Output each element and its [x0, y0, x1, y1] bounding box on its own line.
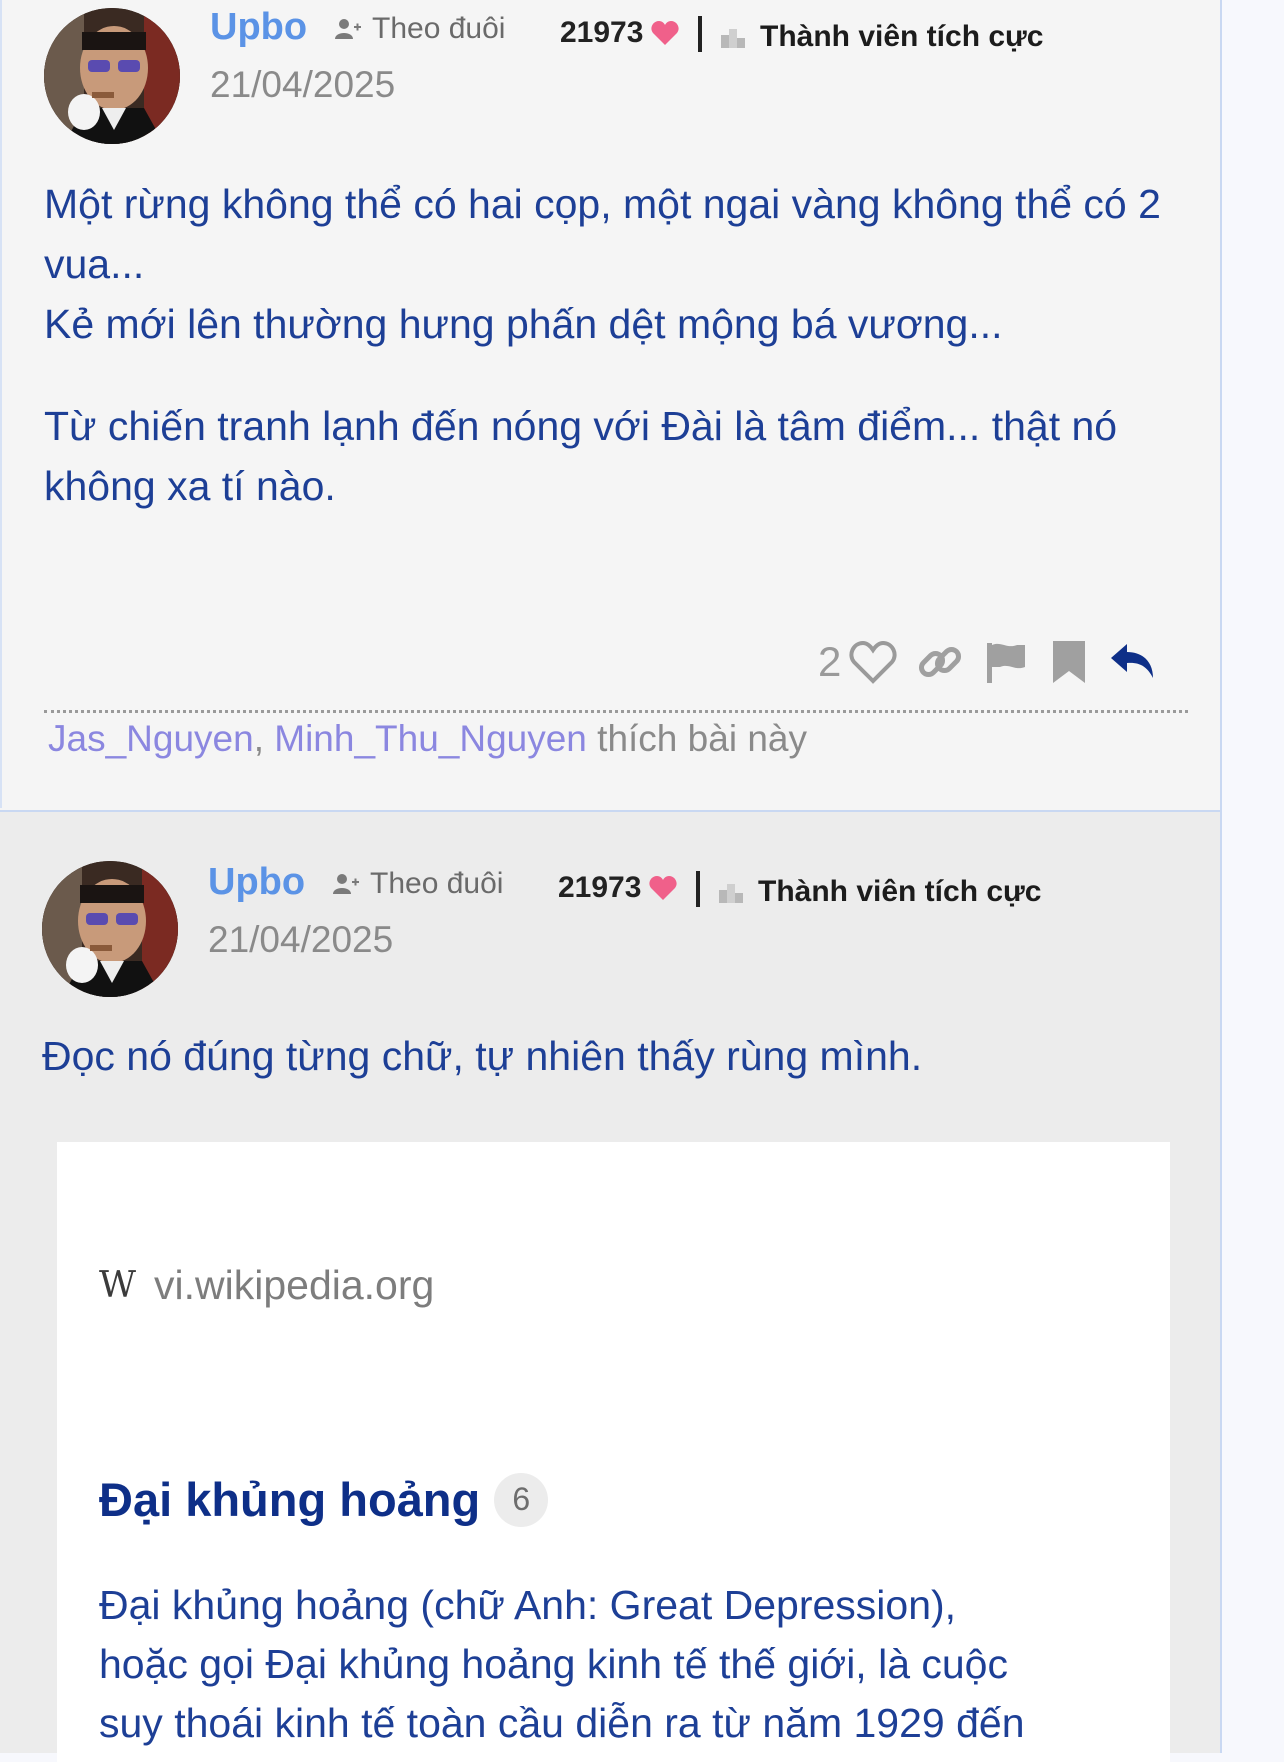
- post-date[interactable]: 21/04/2025: [208, 919, 393, 961]
- wikipedia-icon: W: [99, 1265, 137, 1306]
- post-body: Đọc nó đúng từng chữ, tự nhiên thấy rùng…: [42, 1026, 1192, 1086]
- card-description-line: Đại khủng hoảng (chữ Anh: Great Depressi…: [99, 1582, 957, 1628]
- post-paragraph: Đọc nó đúng từng chữ, tự nhiên thấy rùng…: [42, 1033, 923, 1079]
- post-date[interactable]: 21/04/2025: [210, 64, 395, 106]
- follow-button[interactable]: Theo đuôi: [332, 867, 503, 901]
- user-points: 21973: [558, 871, 678, 905]
- avatar[interactable]: [44, 8, 180, 144]
- post: Upbo Theo đuôi 21973 Thành viên tích cực…: [0, 0, 1220, 808]
- liker-link[interactable]: Minh_Thu_Nguyen: [274, 718, 587, 759]
- liked-by: Jas_Nguyen, Minh_Thu_Nguyen thích bài nà…: [48, 718, 807, 759]
- divider: [696, 871, 700, 907]
- rank-label: Thành viên tích cực: [758, 875, 1042, 908]
- card-source[interactable]: W vi.wikipedia.org: [99, 1262, 434, 1309]
- rank-label: Thành viên tích cực: [760, 20, 1044, 53]
- bookmark-button[interactable]: [1049, 639, 1089, 685]
- link-preview-card[interactable]: W vi.wikipedia.org Đại khủng hoảng 6 Đại…: [57, 1142, 1170, 1762]
- divider: [44, 710, 1188, 713]
- liked-suffix: thích bài này: [597, 718, 807, 759]
- user-rank: Thành viên tích cực: [720, 20, 1043, 54]
- flag-icon: [987, 643, 1026, 683]
- add-user-icon: [333, 874, 359, 894]
- card-description-line: hoặc gọi Đại khủng hoảng kinh tế thế giớ…: [99, 1641, 1008, 1687]
- heart-icon: [649, 876, 678, 900]
- divider: [698, 16, 702, 52]
- follow-label: Theo đuôi: [370, 867, 504, 900]
- topic-stream: Upbo Theo đuôi 21973 Thành viên tích cực…: [0, 0, 1222, 1762]
- post-body: Một rừng không thể có hai cọp, một ngai …: [44, 174, 1194, 516]
- reply-button[interactable]: [1109, 640, 1157, 684]
- heart-icon: [651, 21, 680, 45]
- post: Upbo Theo đuôi 21973 Thành viên tích cực…: [0, 810, 1220, 1762]
- bookmark-icon: [1053, 641, 1086, 683]
- author-name[interactable]: Upbo: [210, 6, 307, 49]
- reply-icon: [1111, 644, 1154, 678]
- copy-link-button[interactable]: [917, 639, 963, 685]
- add-user-icon: [335, 19, 361, 39]
- user-points: 21973: [560, 16, 680, 50]
- flag-button[interactable]: [983, 639, 1029, 685]
- card-description-line: suy thoái kinh tế toàn cầu diễn ra từ nă…: [99, 1700, 1025, 1746]
- avatar[interactable]: [42, 861, 178, 997]
- click-count-badge: 6: [494, 1472, 549, 1527]
- liker-link[interactable]: Jas_Nguyen: [48, 718, 254, 759]
- like-count[interactable]: 2: [818, 638, 841, 686]
- rank-icon: [721, 29, 745, 48]
- card-title-text: Đại khủng hoảng: [99, 1473, 481, 1526]
- post-actions: 2: [818, 638, 1157, 686]
- follow-button[interactable]: Theo đuôi: [334, 12, 505, 46]
- user-rank: Thành viên tích cực: [718, 875, 1041, 909]
- post-paragraph: Một rừng không thể có hai cọp, một ngai …: [44, 181, 1161, 287]
- card-title[interactable]: Đại khủng hoảng 6: [99, 1472, 549, 1527]
- post-paragraph: Kẻ mới lên thường hưng phấn dệt mộng bá …: [44, 301, 1003, 347]
- follow-label: Theo đuôi: [372, 12, 506, 45]
- post-paragraph: Từ chiến tranh lạnh đến nóng với Đài là …: [44, 403, 1118, 509]
- points-value: 21973: [560, 16, 644, 49]
- points-value: 21973: [558, 871, 642, 904]
- card-source-domain: vi.wikipedia.org: [154, 1262, 435, 1308]
- heart-outline-icon: [849, 640, 897, 684]
- card-description: Đại khủng hoảng (chữ Anh: Great Depressi…: [99, 1576, 1149, 1753]
- author-name[interactable]: Upbo: [208, 861, 305, 904]
- link-icon: [919, 646, 962, 678]
- rank-icon: [719, 884, 743, 903]
- like-button[interactable]: [849, 640, 897, 684]
